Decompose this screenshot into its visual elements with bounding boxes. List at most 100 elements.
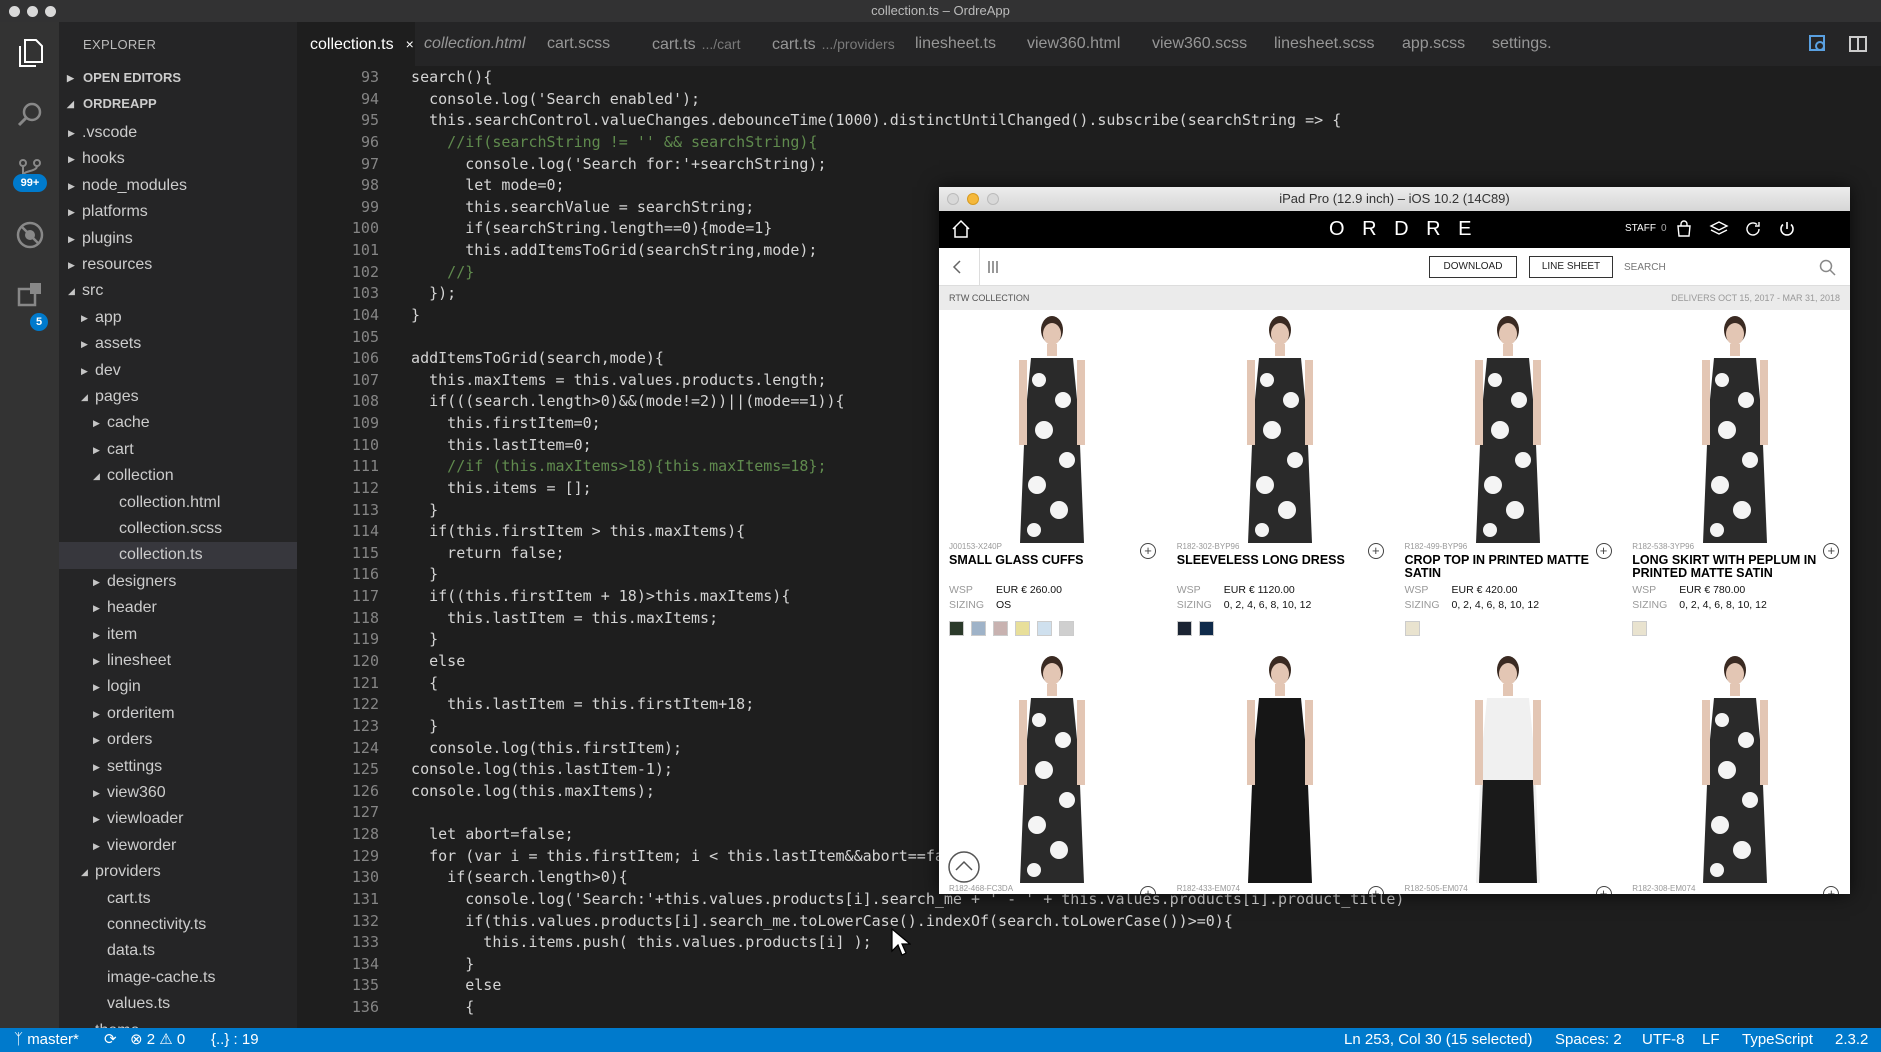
tree-folder[interactable]: ▶ orderitem: [59, 701, 297, 727]
tree-folder[interactable]: ▶ cart: [59, 437, 297, 463]
add-to-order-icon[interactable]: +: [1140, 543, 1156, 559]
tree-folder[interactable]: ▶ viewloader: [59, 806, 297, 832]
cart-icon[interactable]: [1675, 220, 1693, 243]
tree-folder[interactable]: ▶ vieworder: [59, 833, 297, 859]
tree-folder[interactable]: ▶ settings: [59, 754, 297, 780]
tree-folder[interactable]: ◢ providers: [59, 859, 297, 885]
editor-tab[interactable]: linesheet.ts: [905, 22, 1016, 66]
color-swatch[interactable]: [1037, 621, 1052, 636]
power-icon[interactable]: [1778, 220, 1796, 243]
color-swatch[interactable]: [1059, 621, 1074, 636]
typescript-version[interactable]: 2.3.2: [1835, 1028, 1868, 1052]
tree-folder[interactable]: ▶ item: [59, 622, 297, 648]
indentation[interactable]: Spaces: 2: [1555, 1028, 1622, 1052]
search-icon[interactable]: [14, 99, 46, 131]
product-card[interactable]: R182-308-EM074 +: [1622, 650, 1850, 894]
tree-file[interactable]: connectivity.ts: [59, 912, 297, 938]
product-card[interactable]: R182-433-EM074 +: [1166, 650, 1394, 894]
line-sheet-button[interactable]: LINE SHEET: [1529, 256, 1613, 278]
add-to-order-icon[interactable]: +: [1367, 543, 1384, 559]
tree-folder[interactable]: ▶ resources: [59, 252, 297, 278]
tree-file[interactable]: collection.scss: [59, 516, 297, 542]
color-swatch[interactable]: [993, 621, 1008, 636]
back-icon[interactable]: [951, 259, 963, 280]
tree-file[interactable]: collection.ts: [59, 542, 297, 569]
tree-folder[interactable]: ▶ orders: [59, 727, 297, 753]
simulator-zoom-button[interactable]: [987, 193, 999, 205]
layers-icon[interactable]: [1709, 220, 1729, 243]
add-to-order-icon[interactable]: +: [1367, 886, 1384, 894]
product-photo[interactable]: [1166, 310, 1394, 543]
tree-file[interactable]: cart.ts: [59, 886, 297, 912]
debug-icon[interactable]: [14, 219, 46, 251]
editor-tab[interactable]: app.scss: [1392, 22, 1481, 66]
home-icon[interactable]: [951, 219, 971, 244]
tree-file[interactable]: values.ts: [59, 991, 297, 1017]
tree-folder[interactable]: ▶ .vscode: [59, 120, 297, 146]
search-icon[interactable]: [1819, 259, 1837, 282]
add-to-order-icon[interactable]: +: [1595, 543, 1612, 559]
product-card[interactable]: R182-505-EM074 +: [1394, 650, 1622, 894]
braces-indicator[interactable]: {..} : 19: [211, 1028, 259, 1052]
sync-icon[interactable]: [1744, 220, 1762, 243]
tree-folder[interactable]: ▶ hooks: [59, 146, 297, 172]
color-swatch[interactable]: [1404, 621, 1420, 636]
split-editor-icon[interactable]: [1848, 34, 1868, 59]
tree-folder[interactable]: ▶ dev: [59, 358, 297, 384]
tree-folder[interactable]: ▶ linesheet: [59, 648, 297, 674]
tree-folder[interactable]: ▶ login: [59, 674, 297, 700]
color-swatch[interactable]: [1198, 621, 1214, 636]
tree-folder[interactable]: ▶ header: [59, 595, 297, 621]
editor-tab[interactable]: view360.html: [1017, 22, 1141, 66]
grid-view-icon[interactable]: [987, 259, 999, 280]
tree-folder[interactable]: ▶ designers: [59, 569, 297, 595]
product-photo[interactable]: [939, 310, 1166, 543]
language-mode[interactable]: TypeScript: [1742, 1028, 1813, 1052]
download-button[interactable]: DOWNLOAD: [1429, 256, 1517, 278]
color-swatch[interactable]: [949, 621, 964, 636]
tree-file[interactable]: data.ts: [59, 938, 297, 964]
branch-indicator[interactable]: ᛉ master*: [14, 1028, 79, 1052]
product-card[interactable]: R182-538-3YP96 + LONG SKIRT WITH PEPLUM IN…: [1622, 310, 1850, 650]
tree-folder[interactable]: ▶ view360: [59, 780, 297, 806]
tree-file[interactable]: image-cache.ts: [59, 965, 297, 991]
zoom-window-button[interactable]: [45, 6, 56, 17]
tree-folder[interactable]: ▶ platforms: [59, 199, 297, 225]
explorer-icon[interactable]: [14, 37, 46, 69]
add-to-order-icon[interactable]: +: [1823, 886, 1840, 894]
sync-status-icon[interactable]: ⟳: [104, 1028, 117, 1052]
simulator-minimize-button[interactable]: [967, 193, 979, 205]
product-card[interactable]: R182-499-BYP96 + CROP TOP IN PRINTED MATTE…: [1394, 310, 1622, 650]
editor-tab[interactable]: linesheet.scss: [1264, 22, 1391, 66]
tree-folder[interactable]: ◢ pages: [59, 384, 297, 410]
color-swatch[interactable]: [1015, 621, 1030, 636]
search-input[interactable]: [1624, 256, 1804, 278]
editor-tab[interactable]: cart.ts .../cart: [642, 22, 761, 66]
color-swatch[interactable]: [1632, 621, 1648, 636]
editor-tab[interactable]: collection.html: [414, 22, 536, 66]
add-to-order-icon[interactable]: +: [1140, 886, 1156, 894]
project-section[interactable]: ◢ ORDREAPP: [59, 91, 297, 117]
tree-folder[interactable]: ▶ assets: [59, 331, 297, 357]
product-photo[interactable]: [1166, 650, 1394, 883]
tree-folder[interactable]: ▶ plugins: [59, 226, 297, 252]
tree-folder[interactable]: ▶ app: [59, 305, 297, 331]
close-icon[interactable]: ×: [406, 36, 414, 52]
editor-tab[interactable]: cart.scss: [537, 22, 641, 66]
tree-folder[interactable]: ▶ cache: [59, 410, 297, 436]
add-to-order-icon[interactable]: +: [1823, 543, 1840, 559]
line-endings[interactable]: LF: [1702, 1028, 1720, 1052]
tree-folder[interactable]: ▶ node_modules: [59, 173, 297, 199]
cursor-position[interactable]: Ln 253, Col 30 (15 selected): [1344, 1028, 1532, 1052]
tree-folder[interactable]: ◢ collection: [59, 463, 297, 489]
product-card[interactable]: J00153-X240P + SMALL GLASS CUFFS WSP EUR € 2…: [939, 310, 1166, 650]
open-editors-section[interactable]: ▶ OPEN EDITORS: [59, 65, 297, 91]
tree-folder[interactable]: ◢ src: [59, 278, 297, 304]
product-photo[interactable]: [1394, 310, 1622, 543]
scroll-top-icon[interactable]: [947, 850, 981, 889]
problems-indicator[interactable]: ⊗ 2 ⚠ 0: [130, 1028, 185, 1052]
product-photo[interactable]: [939, 650, 1166, 883]
product-photo[interactable]: [1394, 650, 1622, 883]
editor-tab[interactable]: cart.ts .../providers: [762, 22, 904, 66]
product-photo[interactable]: [1622, 650, 1850, 883]
